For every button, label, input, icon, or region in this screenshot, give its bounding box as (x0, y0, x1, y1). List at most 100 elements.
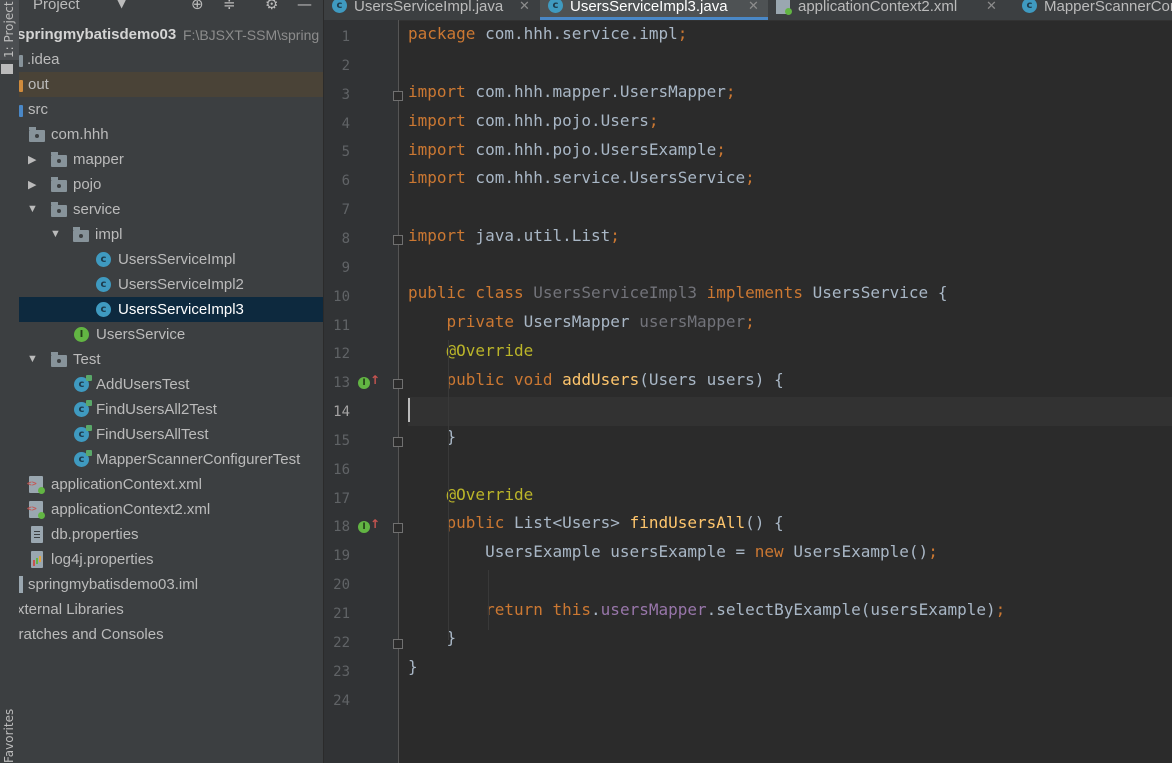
code-line-19: UsersExample usersExample = new UsersExa… (408, 542, 938, 561)
fold-marker-icon[interactable] (393, 90, 403, 101)
interface-icon: I (74, 327, 89, 342)
tree-item-label: UsersServiceImpl (118, 251, 236, 268)
tree-item-label: UsersServiceImpl2 (118, 276, 244, 293)
chevron-down-icon[interactable]: ▼ (27, 203, 38, 215)
fold-marker-icon[interactable] (393, 638, 403, 649)
tree-row-pojo[interactable]: ▶ pojo (19, 172, 323, 197)
source-folder-icon (19, 105, 23, 117)
tree-row-mapperscannerconfigurertest[interactable]: c MapperScannerConfigurerTest (19, 447, 323, 472)
tree-row-log4j-properties[interactable]: log4j.properties (19, 547, 323, 572)
project-tool-tab-label: 1: Project (2, 1, 16, 58)
line-number: 21 (333, 606, 350, 622)
class-icon: c (96, 302, 111, 317)
text-caret (408, 398, 410, 422)
tree-row-scratches[interactable]: Scratches and Consoles (19, 622, 323, 647)
tree-item-label: Scratches and Consoles (19, 626, 164, 643)
implements-method-icon[interactable]: I (358, 374, 380, 390)
tree-row-db-properties[interactable]: db.properties (19, 522, 323, 547)
code-line-5: import com.hhh.pojo.UsersExample; (408, 140, 726, 159)
line-number: 20 (333, 577, 350, 594)
line-number: 10 (333, 288, 350, 305)
tree-row-mapper[interactable]: ▶ mapper (19, 147, 323, 172)
tab-label: UsersServiceImpl3.java (570, 0, 728, 15)
test-class-icon: c (74, 425, 92, 442)
class-icon: c (332, 0, 347, 13)
line-number: 14 (333, 404, 350, 421)
tree-row-usersserviceimpl2[interactable]: c UsersServiceImpl2 (19, 272, 323, 297)
fold-marker-icon[interactable] (393, 523, 403, 534)
tree-row-findusersall2test[interactable]: c FindUsersAll2Test (19, 397, 323, 422)
tab-mapperscannerconfigurertest[interactable]: c MapperScannerConfigurerTest.java (1014, 0, 1172, 20)
editor-tab-bar: c UsersServiceImpl.java ✕ c UsersService… (324, 0, 1172, 21)
minimize-icon[interactable]: — (297, 0, 312, 13)
tree-item-label: com.hhh (51, 126, 109, 143)
chevron-right-icon[interactable]: ▶ (28, 178, 36, 191)
tree-item-label: .idea (27, 51, 60, 68)
package-icon (29, 127, 45, 142)
collapse-icon[interactable]: ≑ (223, 0, 236, 13)
code-line-10: public class UsersServiceImpl3 implement… (408, 283, 948, 302)
line-number: 17 (333, 490, 350, 507)
line-number: 4 (341, 115, 350, 132)
target-icon[interactable]: ⊕ (191, 0, 204, 13)
tree-item-label: AddUsersTest (96, 376, 190, 393)
project-root-path: F:\BJSXT-SSM\spring (183, 27, 320, 43)
class-icon: c (96, 252, 111, 267)
gear-icon[interactable]: ⚙ (265, 0, 278, 13)
tree-item-label: src (28, 101, 48, 118)
tab-usersserviceimpl3[interactable]: c UsersServiceImpl3.java ✕ (540, 0, 768, 20)
tree-row-com-hhh[interactable]: com.hhh (19, 122, 323, 147)
fold-marker-icon[interactable] (393, 234, 403, 245)
fold-marker-icon[interactable] (393, 436, 403, 447)
tree-row-applicationcontext-xml[interactable]: applicationContext.xml (19, 472, 323, 497)
line-number: 22 (333, 634, 350, 651)
line-number: 15 (333, 432, 350, 449)
tab-applicationcontext2[interactable]: applicationContext2.xml ✕ (768, 0, 1004, 20)
close-icon[interactable]: ✕ (986, 0, 997, 14)
close-icon[interactable]: ✕ (519, 0, 530, 14)
tree-item-label: out (28, 76, 49, 93)
fold-marker-icon[interactable] (393, 379, 403, 390)
tree-row-usersservice[interactable]: I UsersService (19, 322, 323, 347)
module-file-icon (19, 576, 23, 593)
indent-guide (448, 340, 449, 640)
line-number: 11 (333, 317, 350, 334)
tab-usersserviceimpl[interactable]: c UsersServiceImpl.java ✕ (324, 0, 538, 20)
chevron-right-icon[interactable]: ▶ (28, 153, 36, 166)
tree-row-src[interactable]: src (19, 97, 323, 122)
chevron-down-icon[interactable]: ▼ (50, 228, 61, 240)
code-line-18: public List<Users> findUsersAll() { (408, 513, 784, 532)
tree-row-test[interactable]: ▼ Test (19, 347, 323, 372)
tree-row-service[interactable]: ▼ service (19, 197, 323, 222)
code-line-8: import java.util.List; (408, 226, 620, 245)
close-icon[interactable]: ✕ (748, 0, 759, 14)
line-number: 5 (341, 144, 350, 161)
project-panel-title[interactable]: Project (33, 0, 80, 13)
tree-item-label: MapperScannerConfigurerTest (96, 451, 301, 468)
tree-row-usersserviceimpl3[interactable]: c UsersServiceImpl3 (19, 297, 323, 322)
tree-row-applicationcontext2-xml[interactable]: applicationContext2.xml (19, 497, 323, 522)
code-line-23: } (408, 657, 418, 676)
project-tool-tab[interactable]: 1: Project (0, 0, 19, 74)
code-line-21: return this.usersMapper.selectByExample(… (408, 600, 1006, 619)
tree-row-findusersalltest[interactable]: c FindUsersAllTest (19, 422, 323, 447)
tree-row-project-root[interactable]: springmybatisdemo03 F:\BJSXT-SSM\spring (19, 22, 323, 47)
tree-item-label: log4j.properties (51, 551, 154, 568)
line-number: 12 (333, 346, 350, 363)
implements-method-icon[interactable]: I (358, 518, 380, 534)
favorites-tool-tab-label: Favorites (2, 708, 16, 763)
tab-label: applicationContext2.xml (798, 0, 958, 15)
tree-row-impl[interactable]: ▼ impl (19, 222, 323, 247)
tree-row-adduserstest[interactable]: c AddUsersTest (19, 372, 323, 397)
tree-row-iml[interactable]: springmybatisdemo03.iml (19, 572, 323, 597)
line-number: 2 (341, 57, 350, 74)
editor-gutter[interactable]: 1 2 3 4 5 6 7 8 9 10 11 12 13 14 15 16 17 18 19 20 21 22 23 24 I… (324, 20, 403, 763)
chevron-down-icon[interactable]: ▼ (117, 0, 126, 10)
chevron-down-icon[interactable]: ▼ (27, 353, 38, 365)
tree-row-usersserviceimpl[interactable]: c UsersServiceImpl (19, 247, 323, 272)
tree-row-out[interactable]: out (19, 72, 323, 97)
tree-row-idea[interactable]: .idea (19, 47, 323, 72)
favorites-tool-tab[interactable]: Favorites (0, 700, 19, 763)
tool-window-strip: 1: Project Favorites (0, 0, 20, 763)
tree-row-external-libraries[interactable]: External Libraries (19, 597, 323, 622)
